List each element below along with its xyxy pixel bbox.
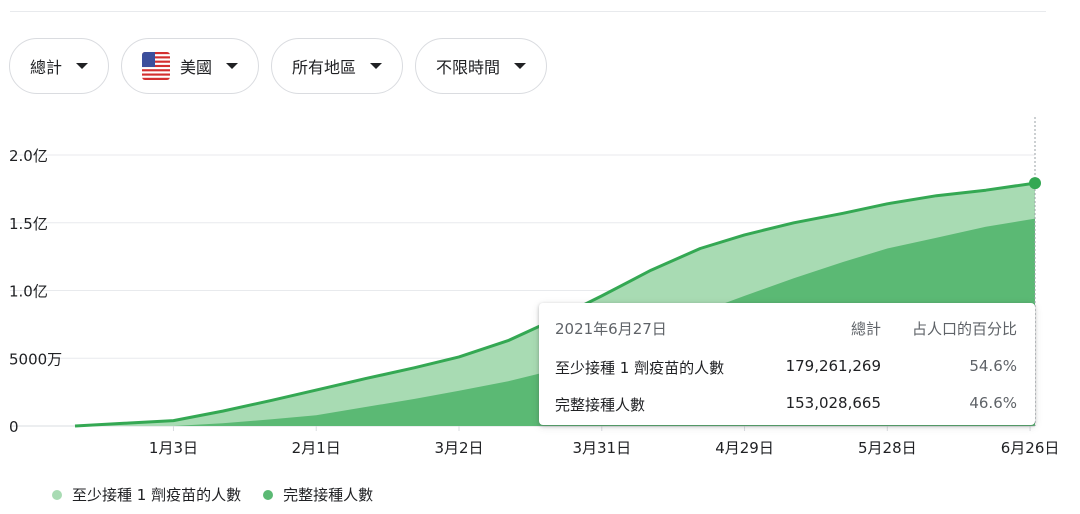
- x-tick-label: 2月1日: [292, 439, 341, 457]
- legend-label: 完整接種人數: [283, 486, 374, 504]
- legend-label: 至少接種 1 劑疫苗的人數: [72, 486, 242, 504]
- legend-item-fully-vaccinated[interactable]: 完整接種人數: [263, 484, 373, 505]
- y-tick-label: 5000万: [9, 350, 62, 368]
- legend-swatch: [263, 489, 274, 500]
- tooltip-row-label: 完整接種人數: [555, 396, 646, 414]
- x-tick-label: 3月2日: [434, 439, 483, 457]
- chart-legend: 至少接種 1 劑疫苗的人數 完整接種人數: [52, 484, 373, 505]
- tooltip-date: 2021年6月27日: [555, 320, 667, 338]
- x-tick-label: 5月28日: [858, 439, 917, 457]
- hover-point: [1029, 177, 1041, 190]
- tooltip-row-pct: 46.6%: [969, 394, 1017, 412]
- y-tick-label: 1.5亿: [9, 215, 48, 233]
- tooltip-row-total: 153,028,665: [785, 394, 881, 412]
- x-tick-label: 4月29日: [715, 439, 774, 457]
- legend-item-first-dose[interactable]: 至少接種 1 劑疫苗的人數: [52, 484, 241, 505]
- x-tick-label: 6月26日: [1001, 439, 1060, 457]
- tooltip-col-pct: 占人口的百分比: [911, 320, 1017, 338]
- y-tick-label: 1.0亿: [9, 283, 48, 301]
- y-tick-label: 2.0亿: [9, 147, 48, 165]
- legend-swatch: [52, 489, 62, 500]
- chart-tooltip: 2021年6月27日 總計 占人口的百分比 至少接種 1 劑疫苗的人數 179,…: [539, 303, 1035, 425]
- tooltip-row-total: 179,261,269: [785, 357, 881, 375]
- x-tick-label: 1月3日: [149, 439, 198, 457]
- y-tick-label: 0: [9, 418, 19, 436]
- tooltip-row-label: 至少接種 1 劑疫苗的人數: [555, 359, 725, 377]
- tooltip-col-total: 總計: [850, 320, 881, 338]
- x-tick-label: 3月31日: [572, 439, 631, 457]
- tooltip-row-pct: 54.6%: [969, 357, 1017, 375]
- vaccination-area-chart: 0 5000万 1.0亿 1.5亿 2.0亿 1月3日 2月1日 3月2日 3月31日 4月29日…: [9, 117, 1060, 457]
